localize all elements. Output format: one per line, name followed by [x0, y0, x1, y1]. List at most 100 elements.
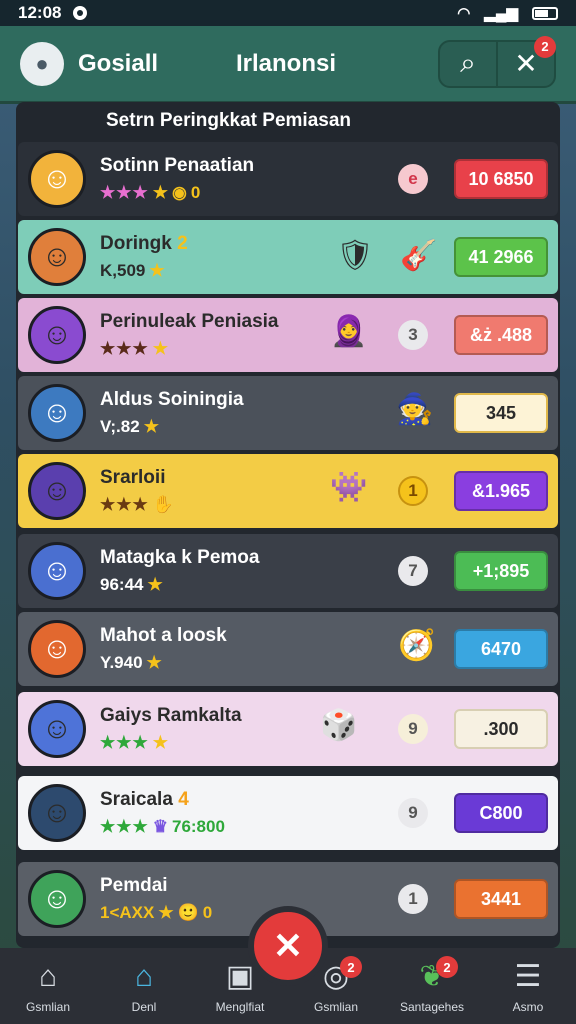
search-icon: ⌕: [460, 47, 476, 78]
score-button[interactable]: .300: [454, 709, 548, 749]
leaderboard-panel: Setrn Peringkkat Pemiasan ☺ Sotinn Penaa…: [16, 102, 560, 948]
page-title: Irlanonsi: [236, 49, 337, 77]
player-avatar: ☺: [28, 150, 86, 208]
player-avatar: ☺: [28, 870, 86, 928]
player-name: Doringk: [100, 233, 172, 254]
rank-badge: 9: [398, 714, 428, 744]
leaderboard-title: Setrn Peringkkat Pemiasan: [106, 110, 351, 131]
score-button[interactable]: C800: [454, 793, 548, 833]
user-icon: ●: [35, 50, 49, 76]
menu-icon: ☰: [514, 960, 542, 993]
shuffle-icon: ✕: [272, 925, 304, 966]
player-name: Mahot a loosk: [100, 625, 227, 646]
character-icon: 🧕: [330, 315, 368, 348]
star-icon: ★: [149, 261, 165, 280]
leaderboard-row[interactable]: ☺ Sotinn Penaatian ★★★ ★ ◉ 0 e 10 6850: [18, 142, 558, 216]
star-icon: ★: [143, 417, 159, 436]
notification-badge: 2: [436, 956, 458, 978]
rank-number-icon: 2: [177, 233, 188, 254]
leaderboard-row[interactable]: ☺ Doringk 2 K,509 ★ 🛡 🎸 41 2966: [18, 220, 558, 294]
rank-badge: 3: [398, 320, 428, 350]
player-avatar: ☺: [28, 384, 86, 442]
star-icon: ★: [158, 903, 174, 922]
shield-icon: 🛡: [336, 239, 375, 272]
rating-stars-icon: ★★★: [100, 183, 149, 202]
nav-label: Menglfiat: [215, 1000, 265, 1014]
player-avatar: ☺: [28, 228, 86, 286]
cube-icon: 🎲: [320, 709, 358, 742]
mask-icon: ▣: [225, 960, 255, 993]
player-name: Aldus Soiningia: [100, 389, 244, 410]
nav-item[interactable]: ⌂ Gsmlian: [8, 960, 88, 1014]
leaderboard-row[interactable]: ☺ Gaiys Ramkalta ★★★ ★ 🎲 9 .300: [18, 692, 558, 766]
guitar-icon: 🎸: [400, 239, 438, 272]
leaderboard-row[interactable]: ☺ Perinuleak Peniasia ★★★ ★ 🧕 3 &ż .488: [18, 298, 558, 372]
player-sub: 96:44: [100, 575, 144, 594]
header-actions: ⌕ ✕ 2: [438, 35, 556, 88]
app-header: ● Gosiall Irlanonsi ⌕ ✕ 2: [0, 26, 576, 104]
leaderboard-row[interactable]: ☺ Srarloii ★★★ ✋ 👾 1 &1.965: [18, 454, 558, 528]
rank-badge: 1: [398, 476, 428, 506]
nav-label: Denl: [131, 1000, 157, 1014]
player-sub: V;.82: [100, 417, 140, 436]
player-avatar: ☺: [28, 542, 86, 600]
battery-icon: [532, 6, 558, 20]
hand-icon: ✋: [152, 495, 174, 514]
score-button[interactable]: 41 2966: [454, 237, 548, 277]
nav-item[interactable]: ⌂ Denl: [104, 960, 184, 1014]
nav-label: Asmo: [512, 1000, 544, 1014]
signal-icon: ▂▄▆: [484, 5, 518, 22]
player-sub: 0: [202, 903, 213, 922]
score-button[interactable]: 3441: [454, 879, 548, 919]
close-button[interactable]: ✕ 2: [496, 35, 556, 86]
player-avatar: ☺: [28, 784, 86, 842]
status-bar: 12:08 ◠ ▂▄▆: [0, 0, 576, 26]
player-sub: K,509: [100, 261, 146, 280]
leaderboard-row[interactable]: ☺ Matagka k Pemoa 96:44 ★ 7 +1;895: [18, 534, 558, 608]
player-name: Gaiys Ramkalta: [100, 705, 242, 726]
player-name: Pemdai: [100, 875, 168, 896]
score-prefix: 1<AXX: [100, 903, 155, 922]
rating-stars-icon: ★★★: [100, 495, 149, 514]
score-button[interactable]: 6470: [454, 629, 548, 669]
profile-avatar-button[interactable]: ●: [20, 41, 64, 86]
header-user-name: Gosiall: [78, 49, 159, 77]
record-icon: [73, 6, 88, 20]
score-button[interactable]: +1;895: [454, 551, 548, 591]
rank-badge: 9: [398, 798, 428, 828]
status-time: 12:08: [18, 3, 62, 22]
leaderboard-row[interactable]: ☺ Aldus Soiningia V;.82 ★ 🧙 345: [18, 376, 558, 450]
score-button[interactable]: 10 6850: [454, 159, 548, 199]
player-sub: 0: [190, 183, 201, 202]
compass-icon: 🧭: [398, 629, 436, 662]
star-icon: ★: [152, 339, 168, 358]
center-action-button[interactable]: ✕: [248, 906, 328, 986]
nav-label: Gsmlian: [25, 1000, 70, 1014]
rank-badge: 7: [398, 556, 428, 586]
star-icon: ★: [146, 653, 162, 672]
score-button[interactable]: &1.965: [454, 471, 548, 511]
player-name: Perinuleak Peniasia: [100, 311, 279, 332]
rating-stars-icon: ★★★: [100, 339, 149, 358]
leaderboard-row[interactable]: ☺ Mahot a loosk Y.940 ★ 🧭 6470: [18, 612, 558, 686]
player-avatar: ☺: [28, 700, 86, 758]
player-sub: Y.940: [100, 653, 143, 672]
notification-badge: 2: [534, 35, 556, 58]
face-icon: 🙂: [177, 903, 199, 922]
search-button[interactable]: ⌕: [440, 42, 496, 86]
nav-item[interactable]: ☰ Asmo: [488, 960, 568, 1014]
player-avatar: ☺: [28, 620, 86, 678]
nav-item[interactable]: ❦ 2 Santagehes: [392, 956, 472, 1014]
rank-badge: 1: [398, 884, 428, 914]
character-icon: 👾: [330, 471, 368, 504]
player-name: Srarloii: [100, 467, 166, 488]
rank-badge: e: [398, 164, 428, 194]
score-button[interactable]: 345: [454, 393, 548, 433]
rating-stars-icon: ★★★: [100, 733, 149, 752]
player-avatar: ☺: [28, 306, 86, 364]
coin-icon: ◉: [171, 183, 187, 202]
star-icon: ★: [152, 733, 168, 752]
character-icon: 🧙: [396, 393, 434, 426]
score-button[interactable]: &ż .488: [454, 315, 548, 355]
leaderboard-row[interactable]: ☺ Sraicala 4 ★★★ ♛ 76:800 9 C800: [18, 776, 558, 850]
